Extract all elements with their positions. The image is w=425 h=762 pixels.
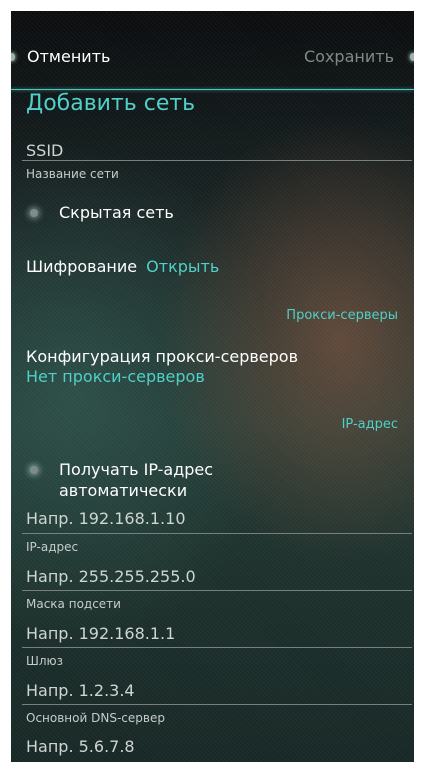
cancel-button[interactable]: Отменить bbox=[27, 47, 110, 66]
auto-ip-label-line2: автоматически bbox=[59, 481, 188, 500]
ssid-input-underline bbox=[22, 160, 412, 161]
hidden-network-label: Скрытая сеть bbox=[59, 203, 174, 222]
hidden-network-checkbox[interactable]: Скрытая сеть bbox=[26, 199, 326, 229]
header-divider bbox=[11, 89, 414, 90]
subnet-mask-label: Маска подсети bbox=[26, 597, 121, 611]
ip-section-title: IP-адрес bbox=[341, 417, 398, 432]
encryption-row[interactable]: Шифрование Открыть bbox=[26, 257, 219, 276]
proxy-config-label: Конфигурация прокси-серверов bbox=[26, 347, 299, 366]
save-button[interactable]: Сохранить bbox=[304, 47, 394, 66]
encryption-value: Открыть bbox=[146, 257, 220, 276]
ssid-input[interactable]: SSID bbox=[26, 141, 63, 160]
page-title: Добавить сеть bbox=[26, 91, 196, 116]
screen: Отменить Сохранить Добавить сеть SSID На… bbox=[11, 11, 414, 762]
auto-ip-checkbox[interactable]: Получать IP-адрес автоматически bbox=[26, 458, 326, 504]
gateway-label: Шлюз bbox=[26, 654, 63, 668]
proxy-config-value: Нет прокси-серверов bbox=[26, 367, 205, 386]
auto-ip-label-line1: Получать IP-адрес bbox=[59, 460, 214, 479]
checkbox-indicator-icon bbox=[30, 209, 38, 217]
primary-dns-input[interactable]: Напр. 1.2.3.4 bbox=[26, 681, 135, 700]
primary-dns-underline bbox=[22, 704, 412, 705]
gateway-underline bbox=[22, 647, 412, 648]
subnet-mask-input[interactable]: Напр. 255.255.255.0 bbox=[26, 567, 196, 586]
proxy-section-title: Прокси-серверы bbox=[286, 308, 398, 323]
encryption-label: Шифрование bbox=[26, 257, 138, 276]
ssid-label: Название сети bbox=[26, 167, 119, 181]
right-edge-glow-icon bbox=[410, 53, 414, 61]
subnet-mask-underline bbox=[22, 590, 412, 591]
ip-address-input[interactable]: Напр. 192.168.1.10 bbox=[26, 509, 186, 528]
proxy-config-row[interactable]: Конфигурация прокси-серверов Нет прокси-… bbox=[26, 347, 298, 386]
secondary-dns-input[interactable]: Напр. 5.6.7.8 bbox=[26, 737, 135, 756]
ip-address-underline bbox=[22, 533, 412, 534]
checkbox-indicator-icon bbox=[30, 466, 38, 474]
primary-dns-label: Основной DNS-сервер bbox=[26, 711, 165, 725]
ip-address-label: IP-адрес bbox=[26, 540, 79, 554]
gateway-input[interactable]: Напр. 192.168.1.1 bbox=[26, 624, 175, 643]
